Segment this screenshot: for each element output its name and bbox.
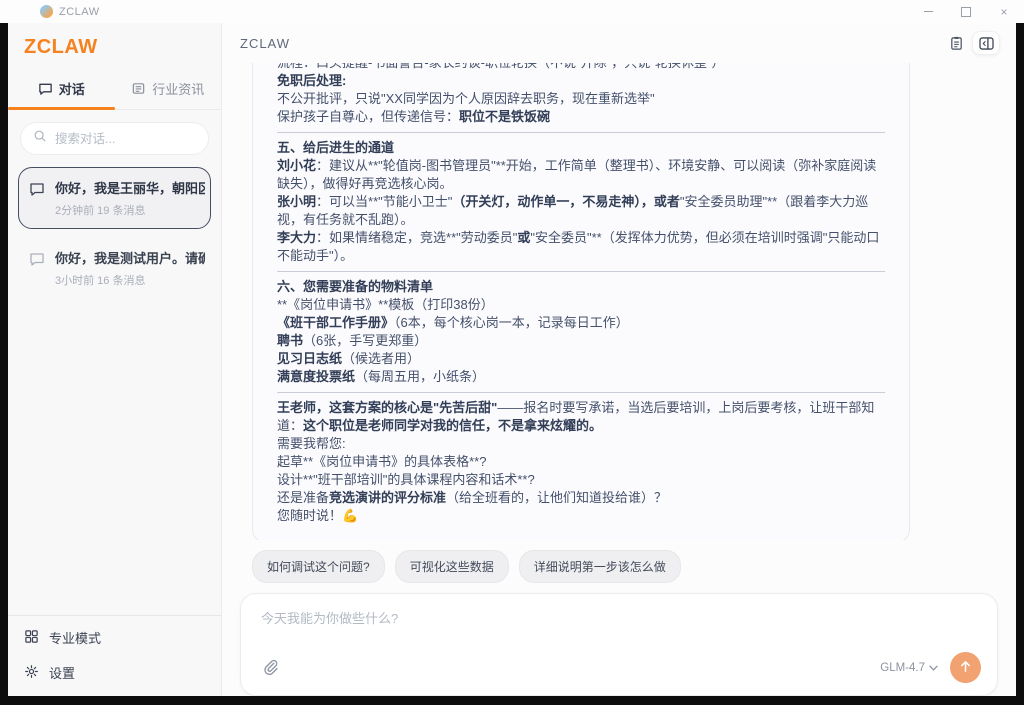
arrow-up-icon (959, 660, 972, 676)
message-line: 需要我帮您: (277, 435, 885, 453)
settings-label: 设置 (49, 663, 75, 682)
main-panel: ZCLAW 流程：口头提醒-书面警告-家长约谈-职位轮换（不说"开除"，只说"轮… (222, 23, 1016, 696)
notes-clipboard-icon[interactable] (949, 35, 964, 51)
message-line: 见习日志纸（候选者用） (277, 350, 885, 368)
close-button[interactable]: × (998, 6, 1010, 18)
conversation-meta: 3小时前 16 条消息 (55, 272, 205, 288)
model-selector[interactable]: GLM-4.7 (880, 662, 938, 674)
message-line: 刘小花：建议从**"轮值岗-图书管理员"**开始，工作简单（整理书）、环境安静、… (277, 157, 885, 193)
search-icon (33, 129, 47, 148)
suggestion-chip[interactable]: 如何调试这个问题? (252, 550, 385, 583)
window-titlebar: ZCLAW × (0, 0, 1024, 23)
message-line: 李大力：如果情绪稳定，竞选**"劳动委员"或"安全委员"**（发挥体力优势，但必… (277, 229, 885, 265)
suggestion-chips: 如何调试这个问题? 可视化这些数据 详细说明第一步该怎么做 (222, 540, 1016, 591)
maximize-button[interactable] (960, 6, 972, 18)
message-line: 王老师，这套方案的核心是"先苦后甜"——报名时要写承诺，当选后要培训，上岗后要考… (277, 399, 885, 435)
message-divider (277, 392, 885, 393)
message-line: 五、给后进生的通道 (277, 139, 885, 157)
active-tab-indicator (8, 107, 115, 110)
message-line: 您随时说！💪 (277, 507, 885, 525)
minimize-button[interactable] (922, 6, 934, 18)
settings-button[interactable]: 设置 (24, 663, 205, 682)
tab-label: 对话 (59, 79, 85, 98)
conversation-title: 你好，我是王丽华，朝阳区... (55, 178, 205, 197)
message-line: 六、您需要准备的物料清单 (277, 278, 885, 296)
message-line: 设计**"班干部培训"的具体课程内容和话术**? (277, 471, 885, 489)
sidebar-footer: 专业模式 设置 (8, 615, 221, 696)
chat-bubble-icon (38, 81, 53, 96)
app-window: ZCLAW 对话 行业资讯 (8, 23, 1016, 696)
main-header: ZCLAW (222, 23, 1016, 63)
message-line: **《岗位申请书》**模板（打印38份） (277, 296, 885, 314)
grid-icon (24, 629, 39, 647)
main-header-title: ZCLAW (240, 36, 290, 51)
message-line-clipped: 流程：口头提醒-书面警告-家长约谈-职位轮换（不说"开除"，只说"轮换休整"） (277, 63, 885, 72)
conversation-item[interactable]: 你好，我是测试用户。请确... 3小时前 16 条消息 (18, 237, 211, 299)
chevron-down-icon (929, 662, 938, 674)
conversation-item[interactable]: 你好，我是王丽华，朝阳区... 2分钟前 19 条消息 (18, 167, 211, 229)
assistant-message-card: 流程：口头提醒-书面警告-家长约谈-职位轮换（不说"开除"，只说"轮换休整"）免… (252, 63, 910, 540)
suggestion-chip[interactable]: 详细说明第一步该怎么做 (519, 550, 681, 583)
message-input[interactable] (261, 608, 981, 652)
news-icon (131, 81, 146, 96)
model-name: GLM-4.7 (880, 662, 925, 674)
message-line: 《班干部工作手册》（6本，每个核心岗一本，记录每日工作） (277, 314, 885, 332)
gear-icon (24, 664, 39, 682)
tab-industry-news[interactable]: 行业资讯 (115, 70, 222, 109)
conversation-meta: 2分钟前 19 条消息 (55, 202, 205, 218)
app-logo-icon (40, 5, 53, 18)
pro-mode-button[interactable]: 专业模式 (24, 628, 205, 647)
send-button[interactable] (950, 652, 981, 683)
message-content: 流程：口头提醒-书面警告-家长约谈-职位轮换（不说"开除"，只说"轮换休整"）免… (277, 63, 885, 525)
brand-logo: ZCLAW (8, 23, 221, 70)
conversation-list: 你好，我是王丽华，朝阳区... 2分钟前 19 条消息 你好，我是测试用户。请确… (8, 165, 221, 301)
pro-mode-label: 专业模式 (49, 628, 101, 647)
window-controls: × (922, 0, 1010, 23)
suggestion-chip[interactable]: 可视化这些数据 (395, 550, 509, 583)
message-divider (277, 132, 885, 133)
search-input[interactable] (55, 132, 196, 146)
message-line: 还是准备竞选演讲的评分标准（给全班看的，让他们知道投给谁）？ (277, 489, 885, 507)
message-line: 满意度投票纸（每周五用，小纸条） (277, 368, 885, 386)
message-line: 不公开批评，只说"XX同学因为个人原因辞去职务，现在重新选举" (277, 90, 885, 108)
sidebar-tabs: 对话 行业资讯 (8, 70, 221, 110)
search-box[interactable] (20, 122, 209, 155)
chat-bubble-icon (29, 248, 45, 288)
tab-conversations[interactable]: 对话 (8, 70, 115, 109)
window-frame: ZCLAW 对话 行业资讯 (0, 23, 1024, 705)
chat-scroll-area[interactable]: 流程：口头提醒-书面警告-家长约谈-职位轮换（不说"开除"，只说"轮换休整"）免… (222, 63, 1016, 540)
message-line: 聘书（6张，手写更郑重） (277, 332, 885, 350)
conversation-title: 你好，我是测试用户。请确... (55, 248, 205, 267)
message-line: 免职后处理: (277, 72, 885, 90)
chat-bubble-icon (29, 178, 45, 218)
message-line: 起草**《岗位申请书》的具体表格**? (277, 453, 885, 471)
sidebar: ZCLAW 对话 行业资讯 (8, 23, 222, 696)
window-title: ZCLAW (59, 6, 100, 18)
message-composer: GLM-4.7 (240, 593, 998, 696)
toggle-side-panel-button[interactable] (972, 31, 1000, 55)
message-divider (277, 271, 885, 272)
message-line: 保护孩子自尊心，但传递信号：职位不是铁饭碗 (277, 108, 885, 126)
tab-label: 行业资讯 (152, 79, 204, 98)
paperclip-attach-icon[interactable] (261, 658, 280, 677)
message-line: 张小明：可以当**"节能小卫士"（开关灯，动作单一，不易走神），或者"安全委员助… (277, 193, 885, 229)
